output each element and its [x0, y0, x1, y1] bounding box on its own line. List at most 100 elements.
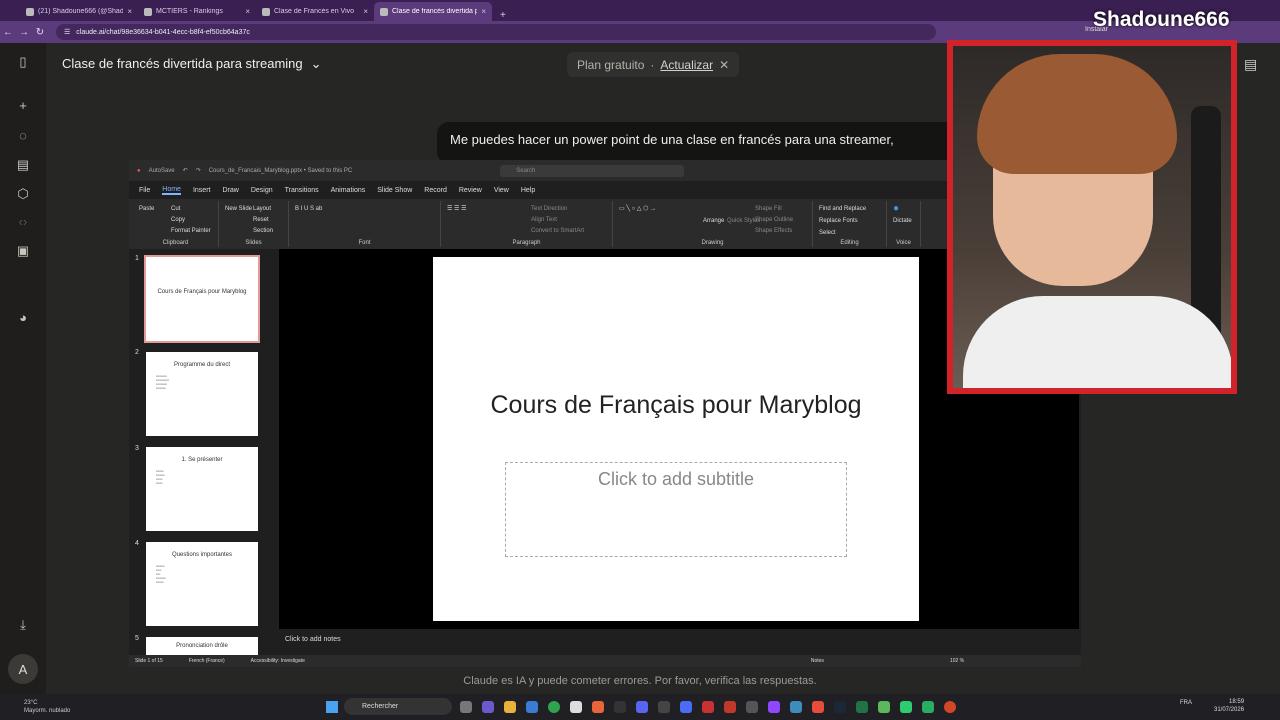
autosave-toggle[interactable]: AutoSave: [149, 168, 175, 174]
tab-design[interactable]: Design: [251, 187, 273, 194]
time: 18:59: [1229, 699, 1245, 705]
app-icon[interactable]: [570, 701, 582, 713]
slide-thumbnail[interactable]: Programme du direct ▪▪▪▪▪▪▪▪▪▪ ▪▪▪▪▪▪▪▪▪▪▪…: [146, 352, 258, 436]
tab-file[interactable]: File: [139, 187, 150, 194]
format-painter-button[interactable]: Format Painter: [171, 225, 211, 237]
document-icon[interactable]: ▤: [1244, 56, 1257, 73]
chrome-icon[interactable]: [548, 701, 560, 713]
reload-icon[interactable]: ↻: [32, 27, 48, 38]
close-icon[interactable]: ×: [245, 7, 250, 16]
artifacts-icon[interactable]: ⬡: [14, 185, 32, 203]
close-icon[interactable]: ✕: [719, 58, 729, 72]
upgrade-link[interactable]: Actualizar: [660, 58, 713, 72]
app-icon[interactable]: [614, 701, 626, 713]
browser-tab[interactable]: MCTIERS - Rankings ×: [138, 2, 256, 21]
undo-icon[interactable]: ↶: [183, 167, 188, 174]
site-info-icon[interactable]: ☰: [64, 28, 70, 36]
slide-thumbnail[interactable]: 1. Se présenter ▪▪▪▪▪▪▪ ▪▪▪▪▪▪▪▪ ▪▪▪▪▪▪ ▪▪▪▪…: [146, 447, 258, 531]
windows-start-icon[interactable]: [326, 701, 338, 713]
language-indicator[interactable]: FRA: [1180, 700, 1192, 706]
group-label: Font: [358, 240, 371, 246]
app-icon[interactable]: [658, 701, 670, 713]
app-icon[interactable]: [878, 701, 890, 713]
discord-icon[interactable]: [636, 701, 648, 713]
microphone-icon[interactable]: ●: [893, 203, 914, 215]
arrange-button[interactable]: Arrange: [703, 215, 724, 227]
language-status[interactable]: French (France): [189, 658, 225, 664]
close-icon[interactable]: ×: [363, 7, 368, 16]
app-icon[interactable]: [922, 701, 934, 713]
firefox-icon[interactable]: [592, 701, 604, 713]
sidebar-toggle-icon[interactable]: ▯: [14, 53, 32, 71]
back-icon[interactable]: ←: [0, 27, 16, 38]
shape-effects-button[interactable]: Shape Effects: [755, 225, 792, 237]
chats-icon[interactable]: ◌: [14, 127, 32, 145]
app-icon[interactable]: [724, 701, 736, 713]
app-icon[interactable]: [746, 701, 758, 713]
close-icon[interactable]: ×: [127, 7, 132, 16]
tab-home[interactable]: Home: [162, 186, 181, 195]
close-icon[interactable]: ×: [481, 7, 486, 16]
browser-tab-active[interactable]: Clase de francés divertida para...×: [374, 2, 492, 21]
ppt-search-input[interactable]: Search: [500, 164, 685, 177]
steam-icon[interactable]: [834, 701, 846, 713]
tab-animations[interactable]: Animations: [331, 187, 366, 194]
chat-title-button[interactable]: Clase de francés divertida para streamin…: [62, 56, 322, 72]
palette-icon[interactable]: ◕: [14, 309, 32, 327]
list-controls[interactable]: ☰ ☰ ☰: [447, 203, 606, 215]
replace-fonts-button[interactable]: Replace Fonts: [819, 215, 880, 227]
app-icon[interactable]: [702, 701, 714, 713]
url-input[interactable]: ☰ claude.ai/chat/98e36634-b041-4ecc-b8f4-…: [56, 24, 936, 40]
code-icon[interactable]: ‹›: [14, 213, 32, 231]
slide-thumbnail[interactable]: Prononciation drôle: [146, 637, 258, 657]
tab-slide-show[interactable]: Slide Show: [377, 187, 412, 194]
notes-pane[interactable]: Click to add notes: [279, 630, 1079, 652]
tab-help[interactable]: Help: [521, 187, 535, 194]
app-icon[interactable]: [526, 701, 538, 713]
taskbar-search[interactable]: Rechercher: [344, 698, 452, 715]
weather-widget[interactable]: 23°C Mayorm. nublado: [24, 699, 70, 715]
font-controls[interactable]: B I U S ab: [295, 203, 434, 215]
browser-tab[interactable]: Clase de Francés en Vivo ×: [256, 2, 374, 21]
twitch-icon[interactable]: [768, 701, 780, 713]
app-icon[interactable]: [482, 701, 494, 713]
tab-view[interactable]: View: [494, 187, 509, 194]
slide-thumbnail[interactable]: Cours de Français pour Maryblog: [144, 255, 260, 343]
download-icon[interactable]: ⤓: [14, 616, 32, 634]
find-replace-button[interactable]: Find and Replace: [819, 203, 880, 215]
powerpoint-icon[interactable]: [944, 701, 956, 713]
redo-icon[interactable]: ↷: [196, 167, 201, 174]
file-explorer-icon[interactable]: [504, 701, 516, 713]
new-tab-icon[interactable]: +: [492, 10, 514, 21]
dictate-button[interactable]: Dictate: [893, 215, 914, 227]
streamer-name: Shadoune666: [1093, 8, 1230, 31]
app-icon[interactable]: [900, 701, 912, 713]
slide-title[interactable]: Cours de Français pour Maryblog: [433, 391, 919, 420]
chevron-down-icon: ⌄: [310, 56, 322, 71]
excel-icon[interactable]: [856, 701, 868, 713]
toolbox-icon[interactable]: ▣: [14, 242, 32, 260]
tab-insert[interactable]: Insert: [193, 187, 211, 194]
notes-button[interactable]: Notes: [811, 658, 824, 664]
tab-transitions[interactable]: Transitions: [285, 187, 319, 194]
tab-draw[interactable]: Draw: [222, 187, 238, 194]
browser-tab[interactable]: (21) Shadoune666 (@Shadoun...×: [20, 2, 138, 21]
tab-record[interactable]: Record: [424, 187, 447, 194]
clock[interactable]: 18:59 31/07/2026: [1214, 698, 1244, 714]
current-slide[interactable]: Cours de Français pour Maryblog Click to…: [433, 257, 919, 621]
slide-thumbnail[interactable]: Questions importantes ▪▪▪▪▪▪▪▪ ▪▪▪▪▪ ▪▪▪▪ ▪▪…: [146, 542, 258, 626]
convert-smartart-button[interactable]: Convert to SmartArt: [531, 225, 584, 237]
app-icon[interactable]: [812, 701, 824, 713]
tab-review[interactable]: Review: [459, 187, 482, 194]
forward-icon[interactable]: →: [16, 27, 32, 38]
projects-icon[interactable]: ▤: [14, 156, 32, 174]
zoom-level[interactable]: 102 %: [950, 658, 964, 664]
accessibility-status[interactable]: Accessibility: Investigate: [251, 658, 305, 664]
task-view-icon[interactable]: [460, 701, 472, 713]
app-icon[interactable]: [790, 701, 802, 713]
subtitle-placeholder[interactable]: Click to add subtitle: [505, 462, 847, 557]
app-icon[interactable]: [680, 701, 692, 713]
section-button[interactable]: Section: [253, 225, 273, 237]
new-chat-icon[interactable]: +: [14, 97, 32, 115]
select-button[interactable]: Select: [819, 227, 880, 239]
